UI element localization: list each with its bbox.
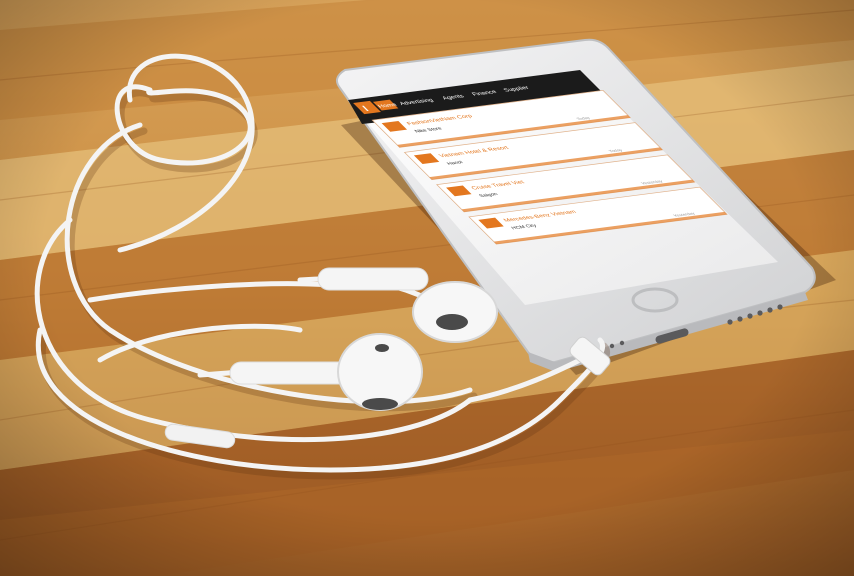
photo-scene: I Home Advertising Agents Finance Suppli… [0,0,854,576]
